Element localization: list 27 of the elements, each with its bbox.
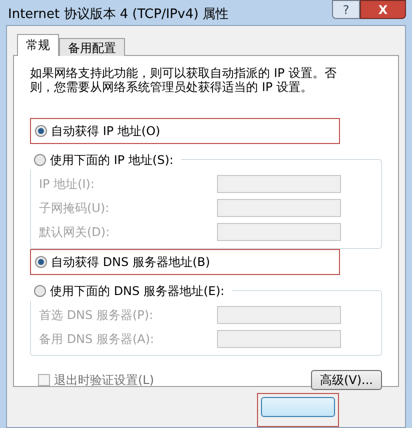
radio-button[interactable] <box>34 284 46 296</box>
ip-address-field[interactable] <box>217 198 341 216</box>
field-label: IP 地址(I): <box>39 176 95 192</box>
dialog-button[interactable] <box>261 396 335 416</box>
radio-label: 使用下面的 IP 地址(S): <box>50 152 174 168</box>
field-label: 子网掩码(U): <box>39 200 110 216</box>
radio-button[interactable] <box>35 124 47 136</box>
help-button[interactable]: ? <box>332 0 360 19</box>
checkbox-label: 退出时验证设置(L) <box>54 372 154 388</box>
tab[interactable]: 备用配置 <box>59 38 125 56</box>
field-label: 首选 DNS 服务器(P): <box>39 306 154 324</box>
field-label: 默认网关(D): <box>39 224 110 240</box>
ip-address-field[interactable] <box>217 174 341 192</box>
radio-button[interactable] <box>35 256 47 268</box>
radio-label: 自动获得 DNS 服务器地址(B) <box>51 254 210 270</box>
close-button[interactable]: X <box>360 0 406 19</box>
radio-label: 自动获得 IP 地址(O) <box>51 122 160 140</box>
tab[interactable]: 常规 <box>17 34 59 56</box>
radio-label: 使用下面的 DNS 服务器地址(E): <box>50 282 224 300</box>
ip-address-field[interactable] <box>217 306 341 324</box>
radio-button[interactable] <box>34 154 46 166</box>
intro-text: 如果网络支持此功能，则可以获取自动指派的 IP 设置。否则，您需要从网络系统管理员处获得适当的 IP 设置。 <box>30 66 338 94</box>
field-label: 备用 DNS 服务器(A): <box>39 330 154 348</box>
advanced-button[interactable]: 高级(V)... <box>310 370 382 390</box>
ip-address-field[interactable] <box>217 330 341 348</box>
ip-address-field[interactable] <box>217 222 341 240</box>
window-title: Internet 协议版本 4 (TCP/IPv4) 属性 <box>8 6 229 24</box>
